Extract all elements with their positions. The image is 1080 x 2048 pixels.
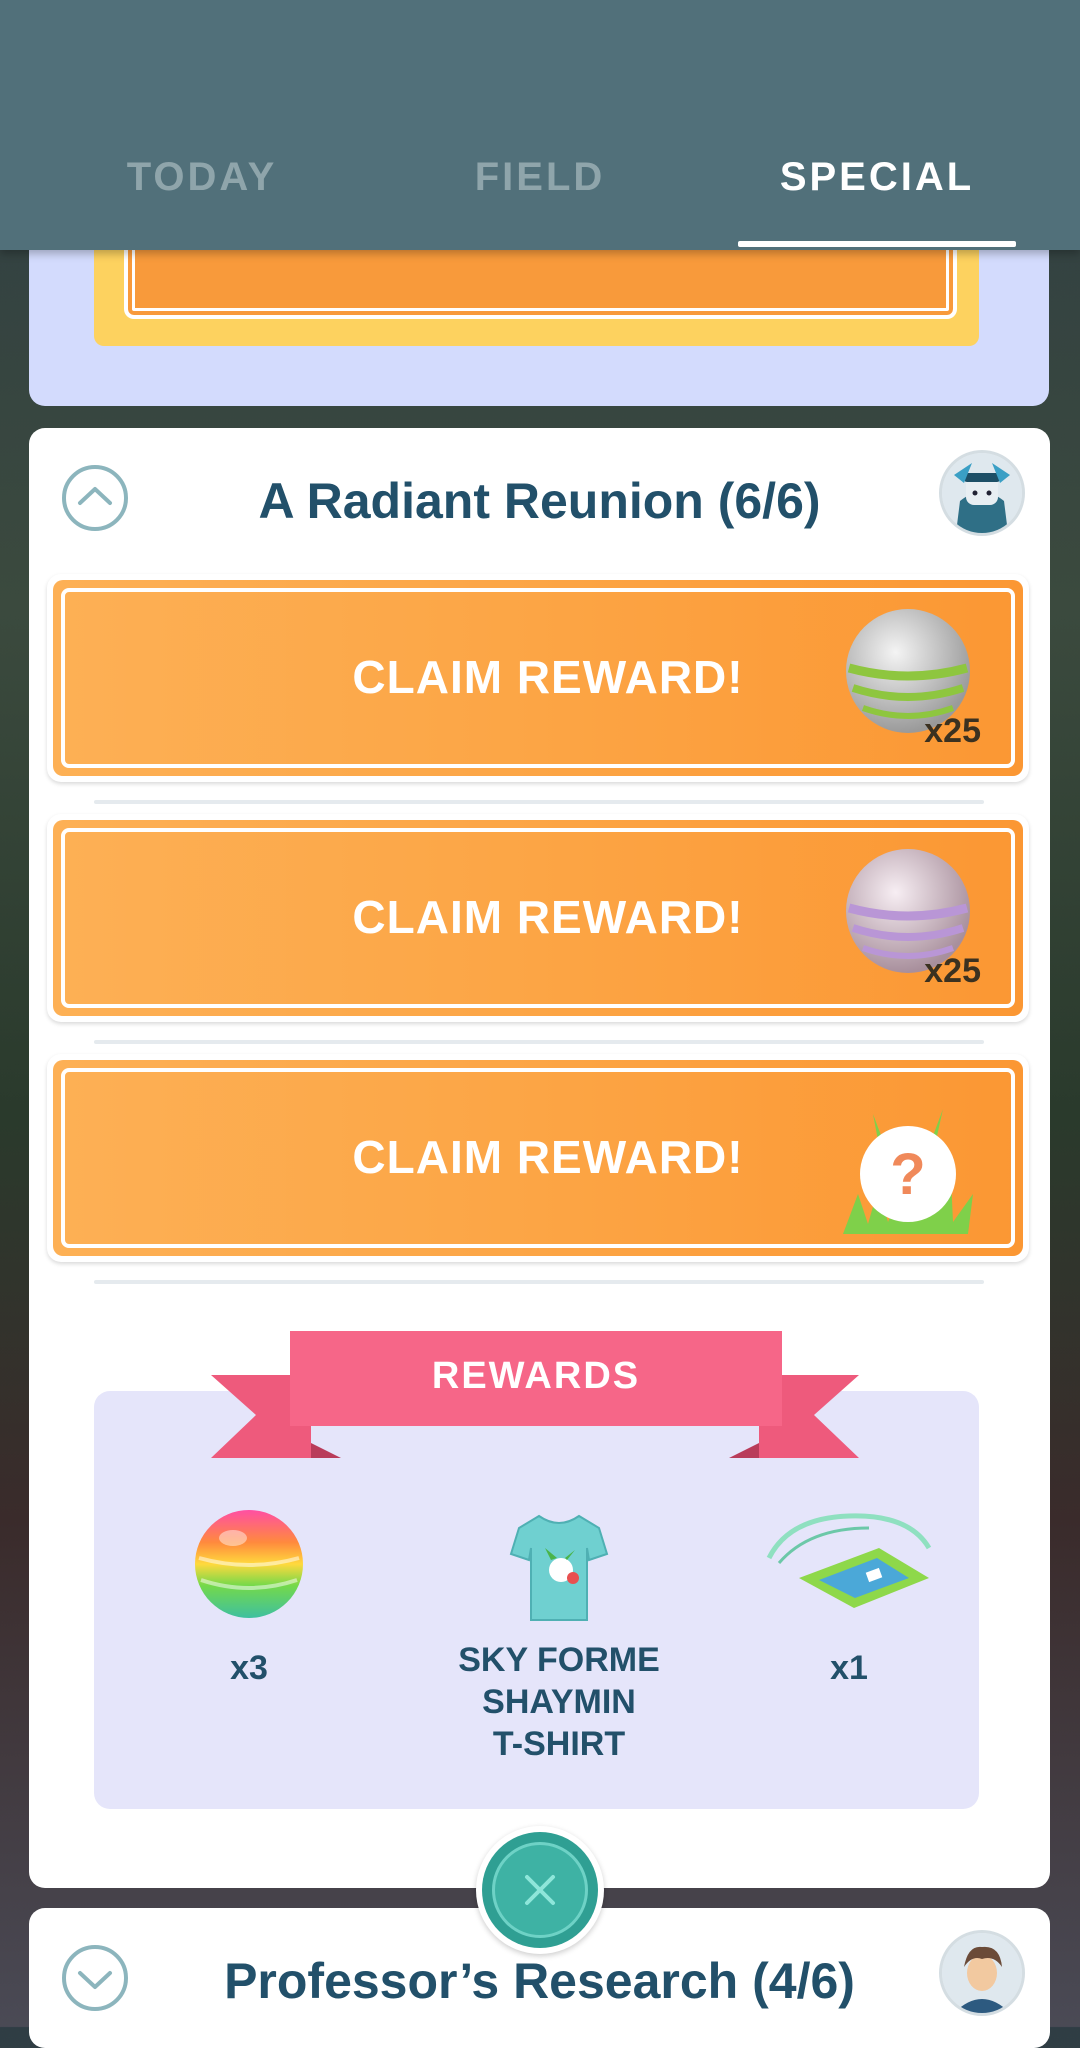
divider [94, 1040, 984, 1044]
reward-count: x3 [230, 1649, 268, 1687]
claim-reward-button-1[interactable]: CLAIM REWARD! x25 [47, 574, 1029, 782]
reward-item-name: SKY FORME SHAYMIN T-SHIRT [458, 1641, 660, 1763]
rewards-title: REWARDS [431, 1355, 641, 1397]
ticket-pass-icon [766, 1513, 932, 1608]
mystery-encounter-icon: ? [843, 1109, 973, 1234]
previous-claim-button[interactable] [124, 240, 957, 319]
tab-field[interactable]: FIELD [390, 155, 690, 200]
tab-today[interactable]: TODAY [52, 155, 352, 200]
reward-item-2: SKY FORME SHAYMIN T-SHIRT [409, 1508, 709, 1765]
claim-reward-button-2[interactable]: CLAIM REWARD! x25 [47, 814, 1029, 1022]
svg-text:?: ? [890, 1142, 925, 1207]
divider [94, 800, 984, 804]
professor-avatar-icon [939, 1930, 1025, 2016]
avatar-icon [939, 450, 1025, 536]
research-card: A Radiant Reunion (6/6) CLAIM REWARD! x2… [29, 428, 1050, 1888]
claim-reward-button-3[interactable]: CLAIM REWARD! ? [47, 1054, 1029, 1262]
close-button[interactable] [476, 1826, 604, 1954]
reward-item-3: x1 [739, 1508, 959, 1689]
tab-special[interactable]: SPECIAL [727, 155, 1027, 200]
research-title: A Radiant Reunion (6/6) [258, 473, 821, 529]
tshirt-icon [509, 1514, 609, 1621]
rainbow-ball-icon [195, 1510, 303, 1618]
header-tabs-bar: TODAY FIELD SPECIAL [0, 0, 1080, 250]
previous-research-card [29, 240, 1049, 406]
reward-count: x1 [830, 1649, 868, 1687]
divider [94, 1280, 984, 1284]
reward-count: x25 [924, 952, 981, 990]
reward-count: x25 [924, 712, 981, 750]
active-tab-indicator [738, 241, 1016, 247]
next-research-title: Professor’s Research (4/6) [224, 1953, 855, 2009]
close-icon [525, 1875, 555, 1905]
reward-item-1: x3 [129, 1508, 369, 1689]
